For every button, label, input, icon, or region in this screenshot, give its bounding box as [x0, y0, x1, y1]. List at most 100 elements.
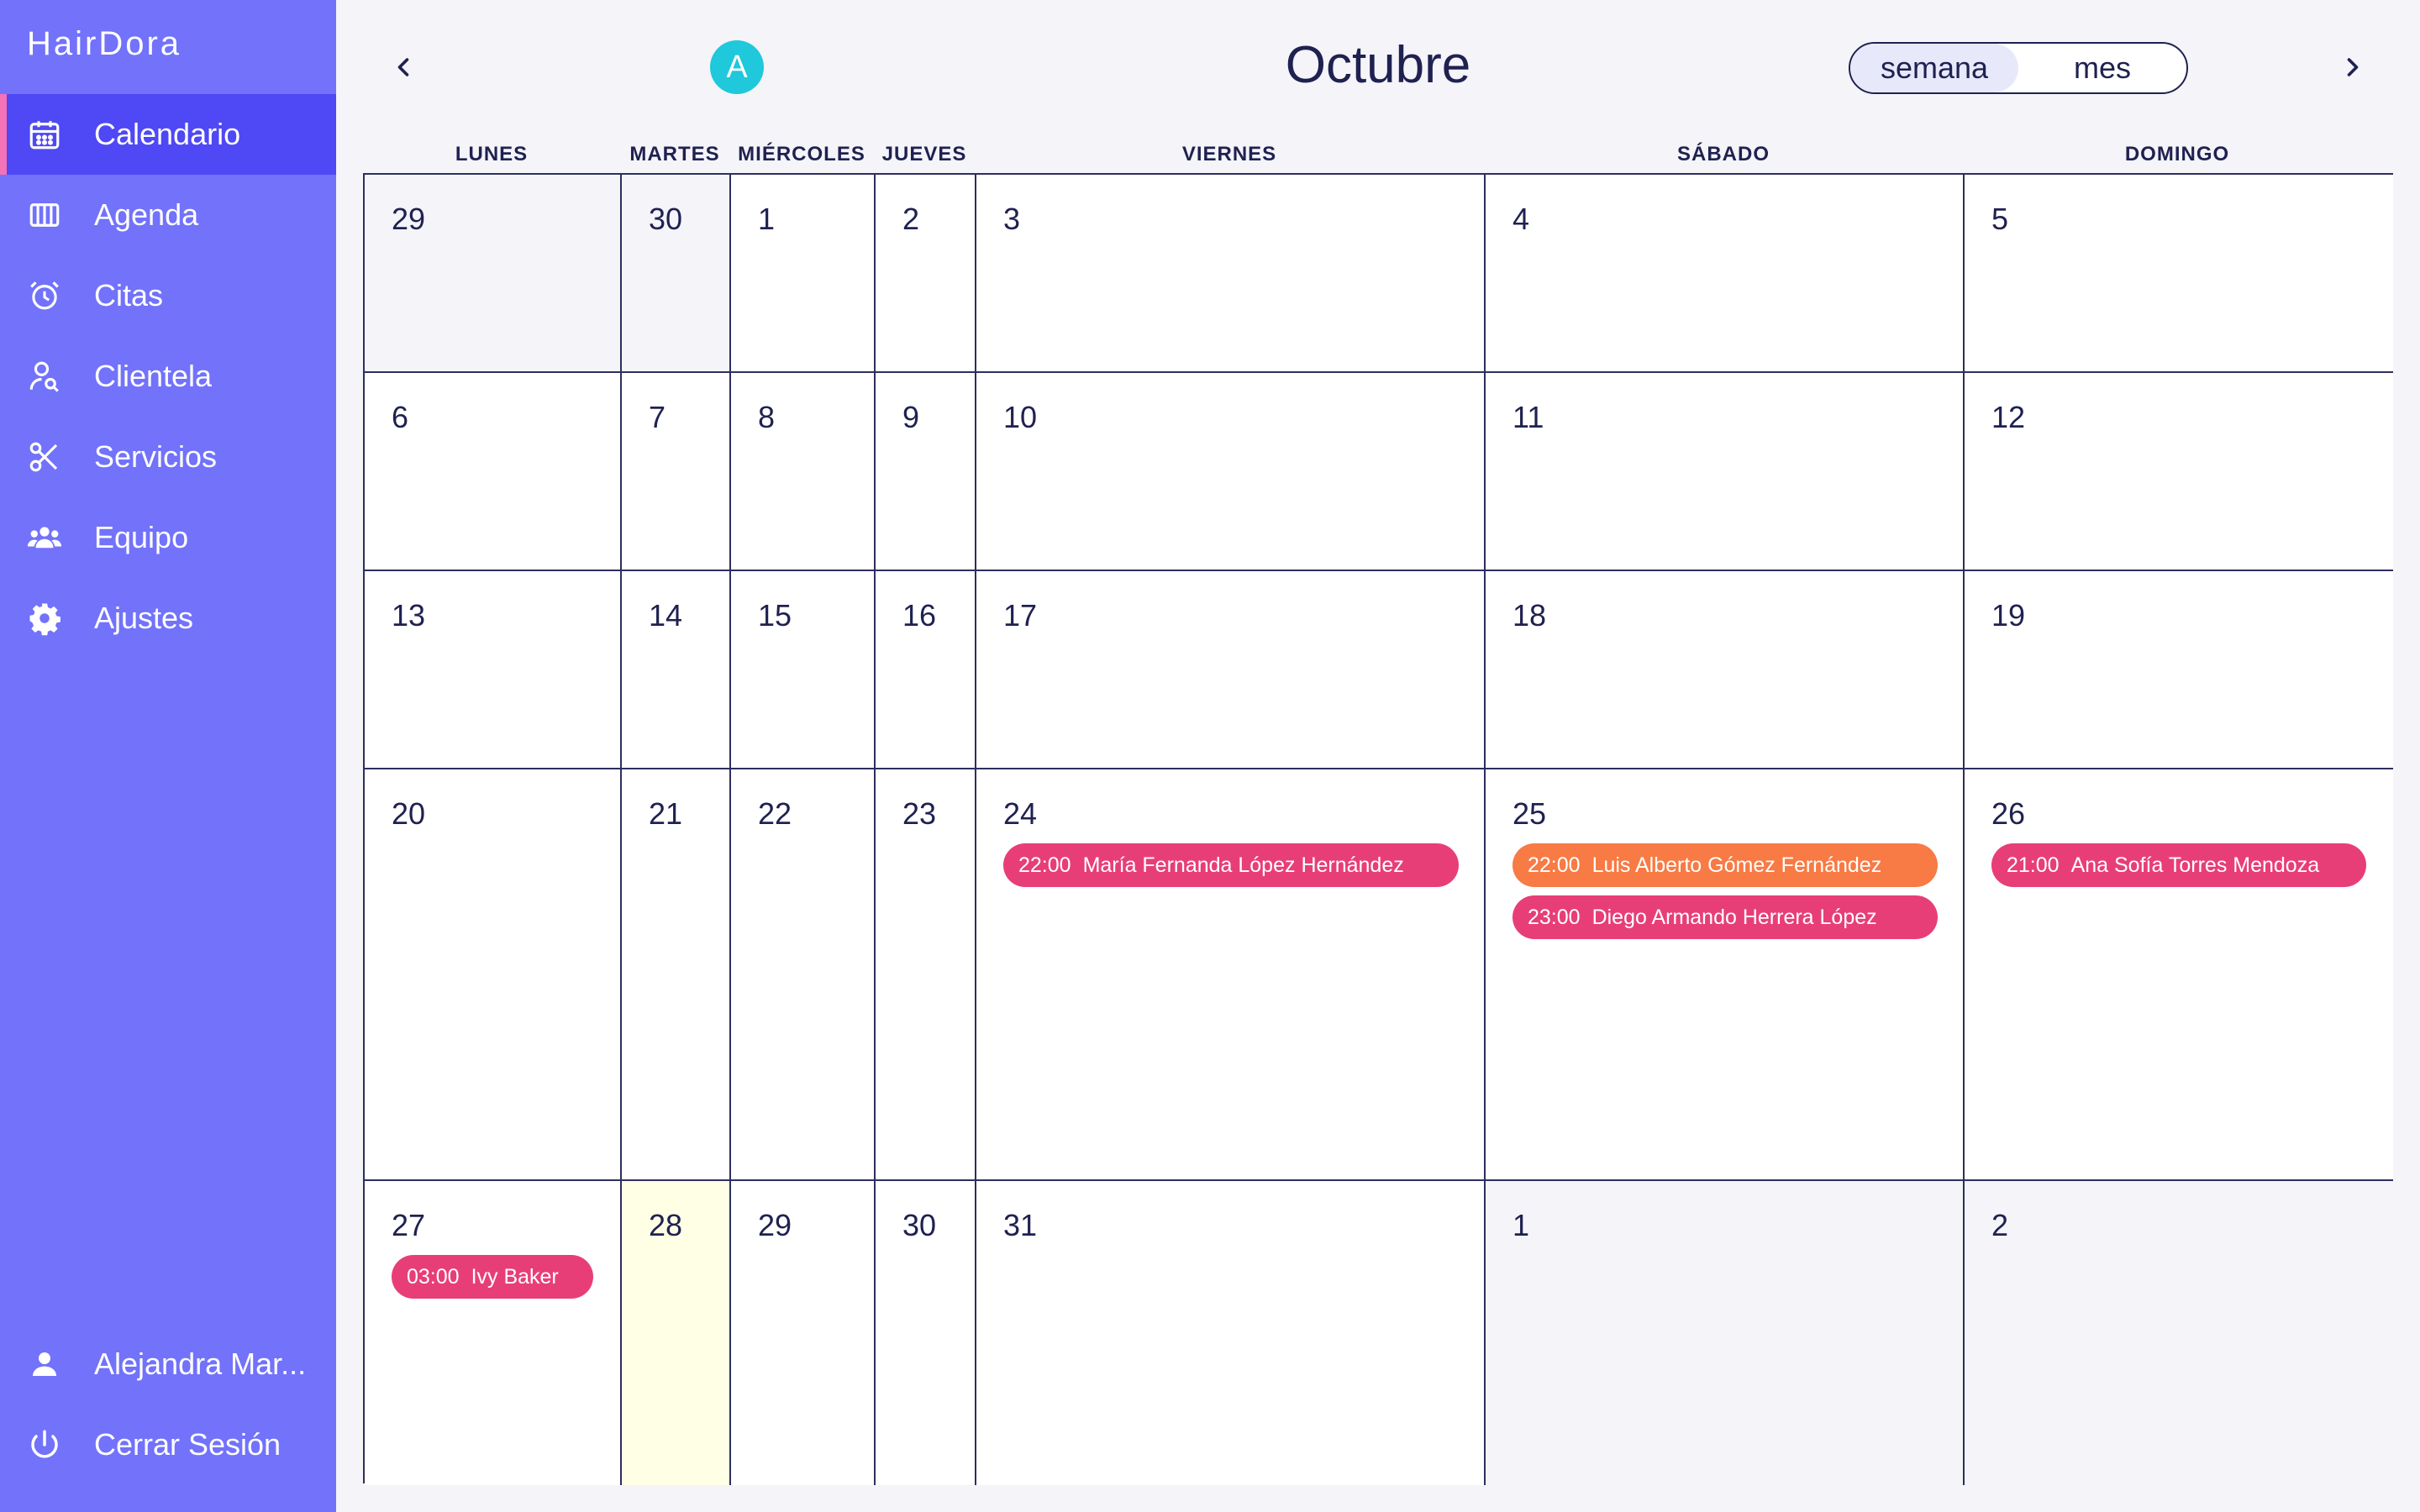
day-cell[interactable]: 23 [876, 769, 976, 1181]
day-cell[interactable]: 19 [1965, 571, 2393, 769]
alarm-clock-icon [27, 278, 62, 313]
day-number: 8 [758, 400, 776, 434]
day-cell[interactable]: 21 [622, 769, 731, 1181]
avatar[interactable]: A [710, 40, 764, 94]
day-cell[interactable]: 17 [976, 571, 1486, 769]
day-cell[interactable]: 12 [1965, 373, 2393, 571]
sidebar-item-label: Citas [94, 278, 164, 312]
view-option-semana[interactable]: semana [1850, 44, 2018, 92]
event-time: 22:00 [1018, 853, 1071, 877]
sidebar-item-label: Calendario [94, 117, 241, 151]
day-cell[interactable]: 16 [876, 571, 976, 769]
sidebar-item-equipo[interactable]: Equipo [0, 497, 336, 578]
day-number: 23 [902, 796, 937, 831]
logout-button[interactable]: Cerrar Sesión [0, 1404, 336, 1485]
day-number: 1 [1512, 1208, 1530, 1242]
day-cell[interactable]: 10 [976, 373, 1486, 571]
user-profile-link[interactable]: Alejandra Mar... [0, 1324, 336, 1404]
day-cell[interactable]: 29 [731, 1181, 876, 1485]
event-time: 03:00 [407, 1264, 460, 1289]
appointment-event[interactable]: 21:00 Ana Sofía Torres Mendoza [1991, 843, 2366, 887]
day-cell[interactable]: 14 [622, 571, 731, 769]
sidebar-item-agenda[interactable]: Agenda [0, 175, 336, 255]
day-number: 27 [392, 1208, 426, 1242]
day-number: 29 [392, 202, 426, 236]
day-number: 14 [649, 598, 683, 633]
chevron-left-icon [397, 58, 409, 76]
day-number: 10 [1003, 400, 1038, 434]
day-cell[interactable]: 24 22:00 María Fernanda López Hernández [976, 769, 1486, 1181]
day-number: 25 [1512, 796, 1547, 831]
next-month-button[interactable] [2338, 49, 2368, 86]
day-number: 3 [1003, 202, 1021, 236]
day-cell[interactable]: 25 22:00 Luis Alberto Gómez Fernández 23:00… [1486, 769, 1965, 1181]
day-cell[interactable]: 22 [731, 769, 876, 1181]
view-option-mes[interactable]: mes [2018, 44, 2186, 92]
event-time: 22:00 [1528, 853, 1581, 877]
day-cell[interactable]: 3 [976, 175, 1486, 373]
day-cell[interactable]: 11 [1486, 373, 1965, 571]
sidebar-item-clientela[interactable]: Clientela [0, 336, 336, 417]
event-client-name: María Fernanda López Hernández [1082, 853, 1404, 877]
day-cell[interactable]: 20 [365, 769, 622, 1181]
day-cell[interactable]: 2 [1965, 1181, 2393, 1485]
sidebar-item-label: Clientela [94, 359, 213, 393]
day-number: 1 [758, 202, 776, 236]
day-cell[interactable]: 7 [622, 373, 731, 571]
day-cell[interactable]: 15 [731, 571, 876, 769]
power-icon [27, 1427, 62, 1462]
event-time: 23:00 [1528, 905, 1581, 929]
day-number: 19 [1991, 598, 2026, 633]
day-cell[interactable]: 31 [976, 1181, 1486, 1485]
day-number: 20 [392, 796, 426, 831]
day-cell[interactable]: 6 [365, 373, 622, 571]
day-cell[interactable]: 1 [1486, 1181, 1965, 1485]
day-cell[interactable]: 5 [1965, 175, 2393, 373]
chevron-right-icon [2347, 58, 2359, 76]
sidebar-item-label: Equipo [94, 520, 189, 554]
day-number: 30 [902, 1208, 937, 1242]
day-number: 31 [1003, 1208, 1038, 1242]
day-number: 9 [902, 400, 920, 434]
day-number: 13 [392, 598, 426, 633]
day-number: 17 [1003, 598, 1038, 633]
sidebar-item-label: Servicios [94, 439, 218, 474]
sidebar-item-citas[interactable]: Citas [0, 255, 336, 336]
prev-month-button[interactable] [388, 49, 418, 86]
day-cell[interactable]: 8 [731, 373, 876, 571]
day-number: 21 [649, 796, 683, 831]
day-number: 24 [1003, 796, 1038, 831]
day-cell[interactable]: 2 [876, 175, 976, 373]
day-cell[interactable]: 4 [1486, 175, 1965, 373]
day-cell[interactable]: 9 [876, 373, 976, 571]
user-name: Alejandra Mar... [94, 1347, 307, 1381]
appointment-event[interactable]: 23:00 Diego Armando Herrera López [1512, 895, 1938, 939]
day-number: 11 [1512, 400, 1544, 434]
appointment-event[interactable]: 03:00 Ivy Baker [392, 1255, 593, 1299]
appointment-event[interactable]: 22:00 María Fernanda López Hernández [1003, 843, 1459, 887]
day-number: 26 [1991, 796, 2026, 831]
month-title: Octubre [1285, 36, 1471, 94]
logout-label: Cerrar Sesión [94, 1427, 281, 1462]
day-cell-today[interactable]: 28 [622, 1181, 731, 1485]
day-cell[interactable]: 29 [365, 175, 622, 373]
day-cell[interactable]: 30 [876, 1181, 976, 1485]
event-client-name: Ana Sofía Torres Mendoza [2070, 853, 2320, 877]
sidebar-item-servicios[interactable]: Servicios [0, 417, 336, 497]
appointment-event[interactable]: 22:00 Luis Alberto Gómez Fernández [1512, 843, 1938, 887]
user-icon [27, 1347, 62, 1382]
day-cell[interactable]: 30 [622, 175, 731, 373]
day-cell[interactable]: 1 [731, 175, 876, 373]
weekday-header: DOMINGO [2124, 143, 2230, 165]
calendar-icon [27, 117, 62, 152]
day-cell[interactable]: 18 [1486, 571, 1965, 769]
weekday-header: JUEVES [881, 143, 967, 165]
day-number: 6 [392, 400, 409, 434]
sidebar-footer: Alejandra Mar... Cerrar Sesión [0, 1324, 336, 1485]
event-time: 21:00 [2007, 853, 2060, 877]
day-cell[interactable]: 13 [365, 571, 622, 769]
day-cell[interactable]: 26 21:00 Ana Sofía Torres Mendoza [1965, 769, 2393, 1181]
day-cell[interactable]: 27 03:00 Ivy Baker [365, 1181, 622, 1485]
sidebar-item-calendario[interactable]: Calendario [0, 94, 336, 175]
sidebar-item-ajustes[interactable]: Ajustes [0, 578, 336, 659]
